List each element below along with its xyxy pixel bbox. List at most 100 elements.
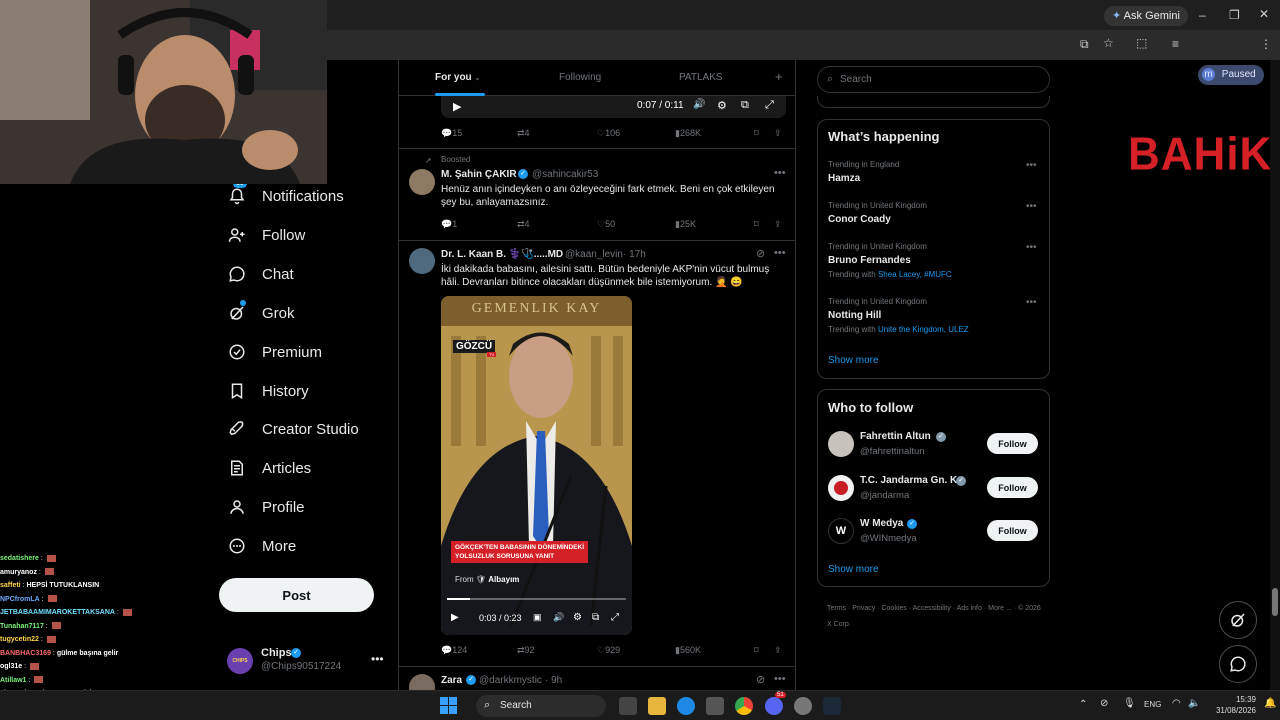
search-input[interactable]: ⌕ Search bbox=[817, 66, 1050, 93]
add-tab-icon[interactable]: + bbox=[775, 69, 783, 84]
pip-icon[interactable]: ⧉ bbox=[741, 99, 749, 112]
show-more-link[interactable]: Show more bbox=[828, 564, 879, 575]
tray-chevron-icon[interactable]: ⌃ bbox=[1079, 699, 1087, 710]
steam-icon[interactable] bbox=[823, 697, 841, 715]
discord-icon[interactable]: 51 bbox=[765, 692, 786, 715]
tweet-author-handle[interactable]: @kaan_levin bbox=[565, 249, 623, 260]
network-off-icon[interactable]: ⊘ bbox=[1100, 698, 1108, 709]
minimize-icon[interactable]: – bbox=[1199, 8, 1206, 22]
tab-patlaks[interactable]: PATLAKS bbox=[679, 72, 723, 83]
retweet-button[interactable]: ⇄ 92 bbox=[517, 645, 535, 656]
views-button[interactable]: ▮ 560K bbox=[675, 645, 701, 656]
ask-gemini-button[interactable]: ✦ Ask Gemini bbox=[1104, 6, 1188, 26]
like-button[interactable]: ♡ 929 bbox=[597, 645, 620, 656]
edge-icon[interactable] bbox=[677, 697, 695, 715]
clock[interactable]: 15:39 31/08/2026 bbox=[1200, 694, 1256, 716]
avatar[interactable] bbox=[409, 248, 435, 274]
account-menu-icon[interactable]: ••• bbox=[371, 652, 384, 666]
account-switcher[interactable]: CHIPS Chips ✓ @Chips90517224 ••• bbox=[227, 646, 397, 678]
chrome-icon[interactable] bbox=[735, 697, 753, 715]
sidebar-item-articles[interactable]: Articles bbox=[226, 452, 311, 484]
sidebar-item-follow[interactable]: Follow bbox=[226, 219, 305, 251]
bookmark-icon[interactable]: ⌑ bbox=[754, 645, 759, 656]
wifi-icon[interactable]: ◠ bbox=[1172, 698, 1181, 709]
trend-item[interactable]: Trending in United Kingdom Conor Coady •… bbox=[828, 201, 1041, 235]
tweet-author-name[interactable]: Zara bbox=[441, 675, 462, 686]
file-explorer-icon[interactable] bbox=[648, 697, 666, 715]
follow-suggestion[interactable]: W W Medya ✓ @WINmedya Follow bbox=[828, 517, 1041, 547]
avatar[interactable] bbox=[409, 169, 435, 195]
settings-icon[interactable]: ⚙ bbox=[717, 99, 727, 112]
follow-suggestion[interactable]: T.C. Jandarma Gn. K ✓ @jandarma Follow bbox=[828, 474, 1041, 504]
tweet-time[interactable]: · 9h bbox=[545, 675, 562, 686]
video-progress-track[interactable] bbox=[447, 598, 626, 600]
like-button[interactable]: ♡ 50 bbox=[597, 219, 615, 230]
footer-privacy[interactable]: Privacy bbox=[852, 605, 875, 612]
maximize-icon[interactable]: ❐ bbox=[1229, 8, 1240, 22]
views-button[interactable]: ▮ 268K bbox=[675, 128, 701, 139]
trend-more-icon[interactable]: ••• bbox=[1026, 201, 1037, 212]
trend-with-links[interactable]: Unite the Kingdom, ULEZ bbox=[878, 325, 969, 334]
fullscreen-icon[interactable]: ⤢ bbox=[611, 612, 619, 623]
volume-icon[interactable]: 🔊 bbox=[693, 99, 705, 110]
browser-menu-icon[interactable]: ⋮ bbox=[1260, 37, 1272, 51]
sidebar-item-history[interactable]: History bbox=[226, 375, 309, 407]
sidebar-item-more[interactable]: More bbox=[226, 530, 296, 562]
volume-icon[interactable]: 🔈 bbox=[1188, 698, 1200, 709]
grok-icon[interactable]: ⊘ bbox=[756, 673, 765, 686]
extensions-icon[interactable]: ⬚ bbox=[1136, 36, 1147, 50]
bookmark-icon[interactable]: ⌑ bbox=[754, 219, 759, 230]
bookmark-star-icon[interactable]: ☆ bbox=[1103, 36, 1114, 50]
trend-item[interactable]: Trending in United Kingdom Bruno Fernand… bbox=[828, 242, 1041, 286]
footer-cookies[interactable]: Cookies bbox=[881, 605, 906, 612]
footer-accessibility[interactable]: Accessibility bbox=[913, 605, 951, 612]
tweet-author-handle[interactable]: @sahincakir53 bbox=[532, 169, 598, 180]
follow-button[interactable]: Follow bbox=[987, 520, 1038, 541]
retweet-button[interactable]: ⇄ 4 bbox=[517, 219, 530, 230]
sidebar-item-notifications[interactable]: 19 Notifications bbox=[226, 179, 344, 212]
footer-terms[interactable]: Terms bbox=[827, 605, 846, 612]
post-button[interactable]: Post bbox=[219, 578, 374, 612]
media-control-icon[interactable]: ≡ bbox=[1172, 37, 1179, 51]
captions-icon[interactable]: ▣ bbox=[533, 612, 542, 623]
volume-icon[interactable]: 🔊 bbox=[553, 612, 564, 623]
tweet-time[interactable]: · 17h bbox=[623, 249, 646, 260]
trend-more-icon[interactable]: ••• bbox=[1026, 160, 1037, 171]
microphone-icon[interactable]: 🎙 bbox=[1123, 698, 1136, 709]
fullscreen-icon[interactable]: ⤢ bbox=[765, 99, 774, 112]
share-icon[interactable]: ⇪ bbox=[774, 219, 782, 230]
trend-item[interactable]: Trending in England Hamza ••• bbox=[828, 160, 1041, 194]
reply-button[interactable]: 💬 124 bbox=[441, 645, 467, 656]
follow-button[interactable]: Follow bbox=[987, 433, 1038, 454]
retweet-button[interactable]: ⇄ 4 bbox=[517, 128, 530, 139]
grok-icon[interactable]: ⊘ bbox=[756, 247, 765, 260]
close-icon[interactable]: ✕ bbox=[1259, 7, 1269, 21]
trend-more-icon[interactable]: ••• bbox=[1026, 297, 1037, 308]
sidebar-item-profile[interactable]: Profile bbox=[226, 491, 305, 523]
follow-button[interactable]: Follow bbox=[987, 477, 1038, 498]
sidebar-item-creator-studio[interactable]: Creator Studio bbox=[226, 413, 359, 445]
settings-icon[interactable]: ⚙ bbox=[573, 612, 582, 623]
tweet-author-handle[interactable]: @darkkmystic bbox=[479, 675, 542, 686]
language-indicator[interactable]: ENG bbox=[1144, 700, 1161, 709]
trend-with-links[interactable]: Shea Lacey, #MUFC bbox=[878, 270, 952, 279]
sidebar-item-premium[interactable]: Premium bbox=[226, 336, 322, 368]
follow-suggestion[interactable]: Fahrettin Altun ✓ @fahrettinaltun Follow bbox=[828, 430, 1041, 460]
reply-button[interactable]: 💬 1 bbox=[441, 219, 457, 230]
app-icon[interactable] bbox=[794, 697, 812, 715]
video-player-1[interactable]: ▶ 0:07 / 0:11 🔊 ⚙ ⧉ ⤢ bbox=[441, 96, 786, 118]
grok-float-button[interactable] bbox=[1219, 601, 1257, 639]
reply-button[interactable]: 💬 15 bbox=[441, 128, 462, 139]
footer-more[interactable]: More ... bbox=[988, 605, 1012, 612]
play-icon[interactable]: ▶ bbox=[453, 100, 461, 113]
like-button[interactable]: ♡ 106 bbox=[597, 128, 620, 139]
trend-item[interactable]: Trending in United Kingdom Notting Hill … bbox=[828, 297, 1041, 341]
tweet-author-name[interactable]: M. Şahin ÇAKIR bbox=[441, 169, 517, 180]
bookmark-icon[interactable]: ⌑ bbox=[754, 128, 759, 139]
windows-start-icon[interactable] bbox=[440, 697, 457, 714]
views-button[interactable]: ▮ 25K bbox=[675, 219, 696, 230]
sidebar-item-chat[interactable]: Chat bbox=[226, 258, 294, 290]
play-icon[interactable]: ▶ bbox=[451, 612, 459, 623]
footer-ads-info[interactable]: Ads info bbox=[957, 605, 982, 612]
tweet-more-icon[interactable]: ••• bbox=[774, 167, 786, 179]
